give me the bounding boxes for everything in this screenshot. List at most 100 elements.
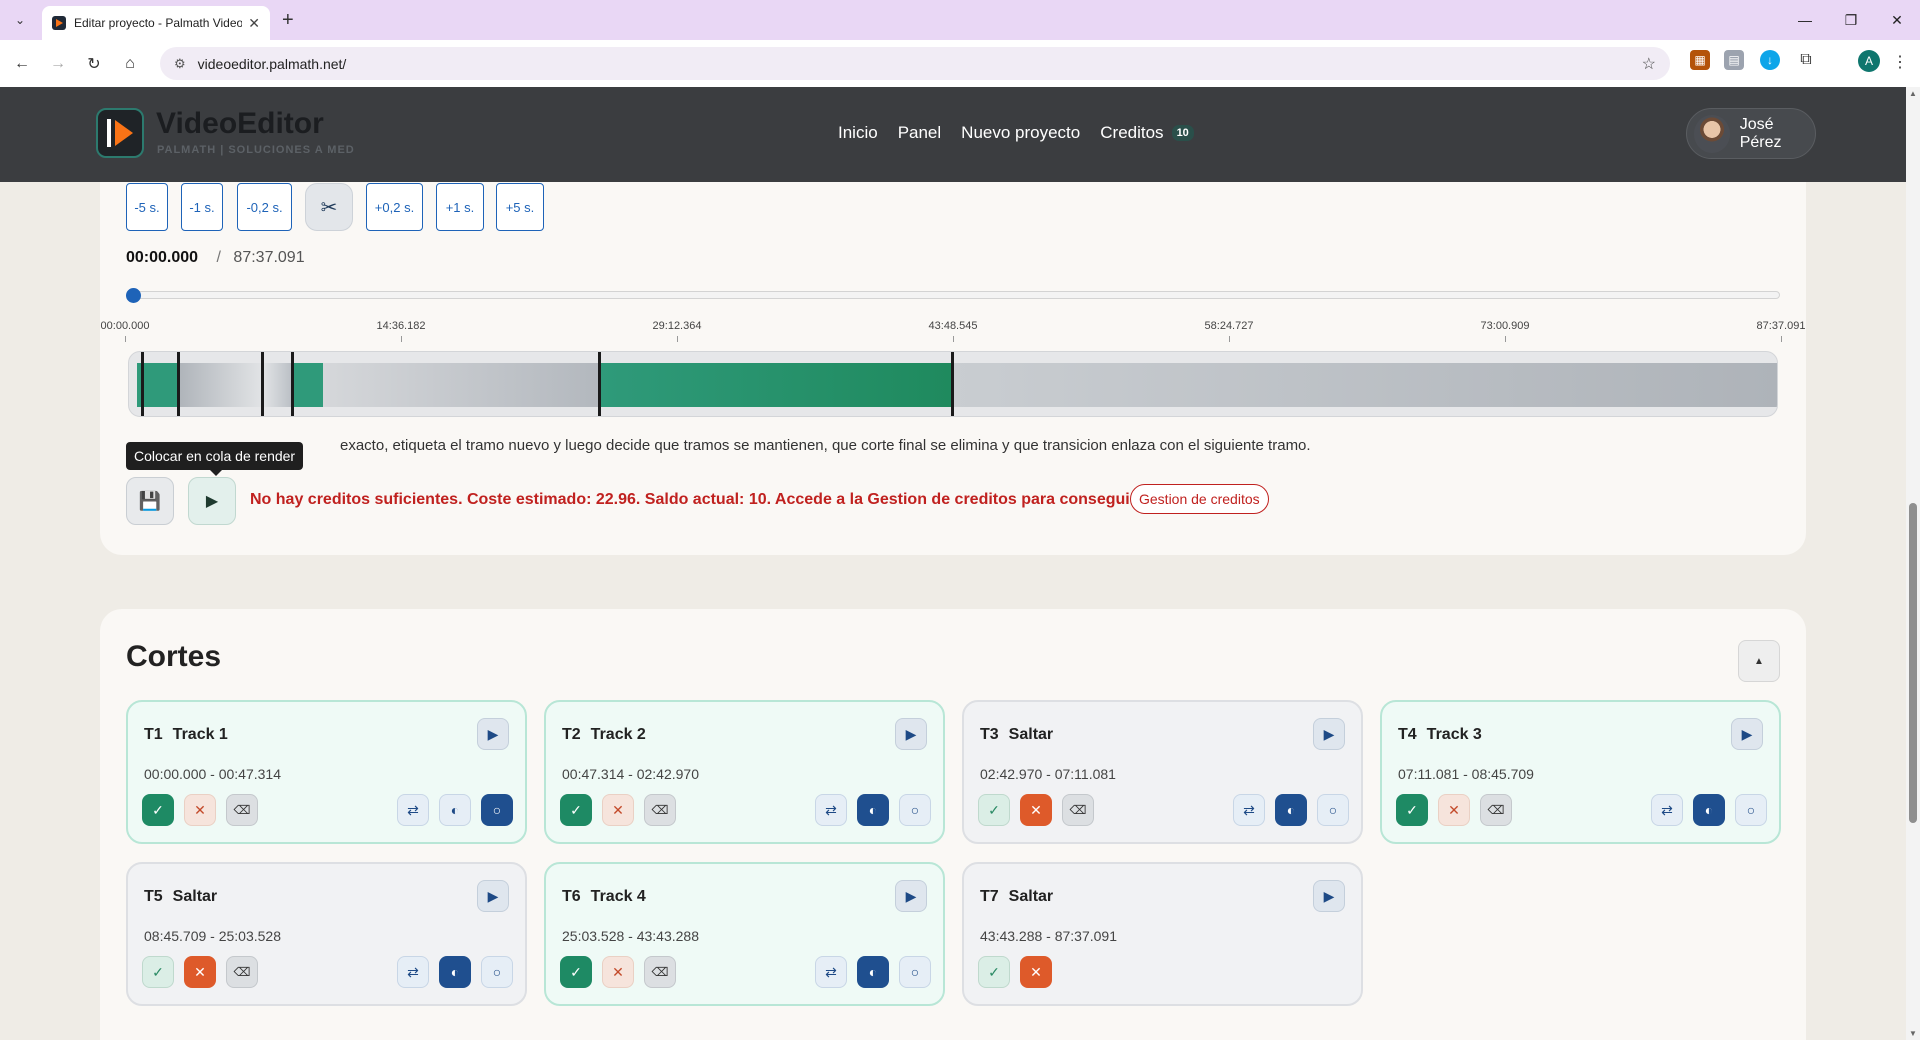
erase-cut-icon[interactable]: ⌫ — [644, 956, 676, 988]
keep-check-icon[interactable]: ✓ — [142, 956, 174, 988]
cut-marker[interactable] — [177, 352, 180, 416]
no-transition-icon[interactable]: ○ — [899, 956, 931, 988]
swap-transition-icon[interactable]: ⇄ — [815, 956, 847, 988]
discard-x-icon[interactable]: ✕ — [1438, 794, 1470, 826]
segment-t5[interactable] — [323, 363, 599, 407]
nav-nuevo-proyecto[interactable]: Nuevo proyecto — [961, 123, 1080, 143]
step-minus-1-button[interactable]: -1 s. — [181, 183, 223, 231]
back-arrow-icon[interactable]: ← — [4, 46, 40, 82]
keep-check-icon[interactable]: ✓ — [560, 956, 592, 988]
step-minus-0-2-button[interactable]: -0,2 s. — [237, 183, 292, 231]
brand-title[interactable]: VideoEditor — [156, 107, 324, 141]
playhead-thumb[interactable] — [126, 288, 141, 303]
fade-transition-icon[interactable]: ◐ — [439, 956, 471, 988]
timeline-track[interactable] — [128, 351, 1778, 417]
fade-transition-icon[interactable]: ◐ — [1275, 794, 1307, 826]
fade-transition-icon[interactable]: ◐ — [857, 794, 889, 826]
home-icon[interactable]: ⌂ — [112, 46, 148, 82]
credits-management-link[interactable]: Gestion de creditos — [1130, 484, 1269, 514]
clip-play-icon[interactable]: ▶ — [477, 880, 509, 912]
clip-play-icon[interactable]: ▶ — [1313, 718, 1345, 750]
fade-transition-icon[interactable]: ◐ — [439, 794, 471, 826]
erase-cut-icon[interactable]: ⌫ — [1062, 794, 1094, 826]
page-scrollbar[interactable]: ▲ ▼ — [1906, 87, 1920, 1040]
minimize-icon[interactable]: — — [1782, 0, 1828, 40]
step-plus-1-button[interactable]: +1 s. — [436, 183, 484, 231]
scroll-down-icon[interactable]: ▼ — [1909, 1029, 1917, 1038]
new-tab-plus-icon[interactable]: + — [282, 9, 294, 32]
discard-x-icon[interactable]: ✕ — [602, 956, 634, 988]
segment-t2[interactable] — [177, 363, 263, 407]
reload-icon[interactable]: ↻ — [76, 46, 112, 82]
forward-arrow-icon[interactable]: → — [40, 46, 76, 82]
playhead-slider[interactable] — [134, 291, 1780, 299]
scissors-cut-icon[interactable]: ✂ — [305, 183, 353, 231]
extensions-puzzle-icon[interactable]: ⧉ — [1796, 50, 1816, 70]
clip-play-icon[interactable]: ▶ — [1731, 718, 1763, 750]
fade-transition-icon[interactable]: ◐ — [857, 956, 889, 988]
clip-play-icon[interactable]: ▶ — [895, 880, 927, 912]
user-menu[interactable]: José Pérez — [1686, 108, 1816, 159]
cut-marker[interactable] — [291, 352, 294, 416]
profile-avatar[interactable]: A — [1858, 50, 1880, 72]
segment-t3[interactable] — [263, 363, 293, 407]
swap-transition-icon[interactable]: ⇄ — [397, 956, 429, 988]
keep-check-icon[interactable]: ✓ — [560, 794, 592, 826]
scroll-thumb[interactable] — [1909, 503, 1917, 823]
swap-transition-icon[interactable]: ⇄ — [1233, 794, 1265, 826]
close-window-icon[interactable]: ✕ — [1874, 0, 1920, 40]
address-bar[interactable]: ⚙ videoeditor.palmath.net/ ☆ — [160, 47, 1670, 80]
segment-t7[interactable] — [951, 363, 1777, 407]
cut-marker[interactable] — [598, 352, 601, 416]
nav-panel[interactable]: Panel — [898, 123, 941, 143]
no-transition-icon[interactable]: ○ — [899, 794, 931, 826]
swap-transition-icon[interactable]: ⇄ — [397, 794, 429, 826]
clip-play-icon[interactable]: ▶ — [477, 718, 509, 750]
discard-x-icon[interactable]: ✕ — [184, 956, 216, 988]
nav-inicio[interactable]: Inicio — [838, 123, 878, 143]
fade-transition-icon[interactable]: ◐ — [1693, 794, 1725, 826]
erase-cut-icon[interactable]: ⌫ — [226, 794, 258, 826]
download-icon[interactable]: ↓ — [1760, 50, 1780, 70]
tab-close-icon[interactable]: ✕ — [248, 15, 260, 32]
discard-x-icon[interactable]: ✕ — [1020, 794, 1052, 826]
no-transition-icon[interactable]: ○ — [1317, 794, 1349, 826]
restore-icon[interactable]: ❐ — [1828, 0, 1874, 40]
collapse-chevron-icon[interactable]: ▲ — [1738, 640, 1780, 682]
step-plus-5-button[interactable]: +5 s. — [496, 183, 544, 231]
discard-x-icon[interactable]: ✕ — [602, 794, 634, 826]
erase-cut-icon[interactable]: ⌫ — [1480, 794, 1512, 826]
step-minus-5-button[interactable]: -5 s. — [126, 183, 168, 231]
swap-transition-icon[interactable]: ⇄ — [1651, 794, 1683, 826]
scroll-up-icon[interactable]: ▲ — [1909, 89, 1917, 98]
save-floppy-icon[interactable]: 💾 — [126, 477, 174, 525]
discard-x-icon[interactable]: ✕ — [1020, 956, 1052, 988]
keep-check-icon[interactable]: ✓ — [1396, 794, 1428, 826]
cut-marker[interactable] — [951, 352, 954, 416]
extension-2-icon[interactable]: ▤ — [1724, 50, 1744, 70]
erase-cut-icon[interactable]: ⌫ — [226, 956, 258, 988]
segment-t6[interactable] — [599, 363, 951, 407]
clip-play-icon[interactable]: ▶ — [1313, 880, 1345, 912]
site-info-icon[interactable]: ⚙ — [174, 56, 186, 72]
browser-menu-icon[interactable]: ⋮ — [1892, 52, 1908, 72]
browser-tab[interactable]: Editar proyecto - Palmath Video ✕ — [42, 6, 270, 40]
render-play-icon[interactable]: ▶ — [188, 477, 236, 525]
logo-icon[interactable] — [96, 108, 144, 158]
no-transition-icon[interactable]: ○ — [481, 956, 513, 988]
keep-check-icon[interactable]: ✓ — [142, 794, 174, 826]
bookmark-star-icon[interactable]: ☆ — [1642, 54, 1656, 74]
no-transition-icon[interactable]: ○ — [481, 794, 513, 826]
step-plus-0-2-button[interactable]: +0,2 s. — [366, 183, 423, 231]
keep-check-icon[interactable]: ✓ — [978, 794, 1010, 826]
erase-cut-icon[interactable]: ⌫ — [644, 794, 676, 826]
segment-t4[interactable] — [293, 363, 323, 407]
no-transition-icon[interactable]: ○ — [1735, 794, 1767, 826]
swap-transition-icon[interactable]: ⇄ — [815, 794, 847, 826]
nav-creditos[interactable]: Creditos — [1100, 123, 1163, 143]
tab-search-chevron-icon[interactable]: ⌄ — [8, 8, 32, 32]
clip-play-icon[interactable]: ▶ — [895, 718, 927, 750]
discard-x-icon[interactable]: ✕ — [184, 794, 216, 826]
extension-1-icon[interactable]: ▦ — [1690, 50, 1710, 70]
cut-marker[interactable] — [141, 352, 144, 416]
